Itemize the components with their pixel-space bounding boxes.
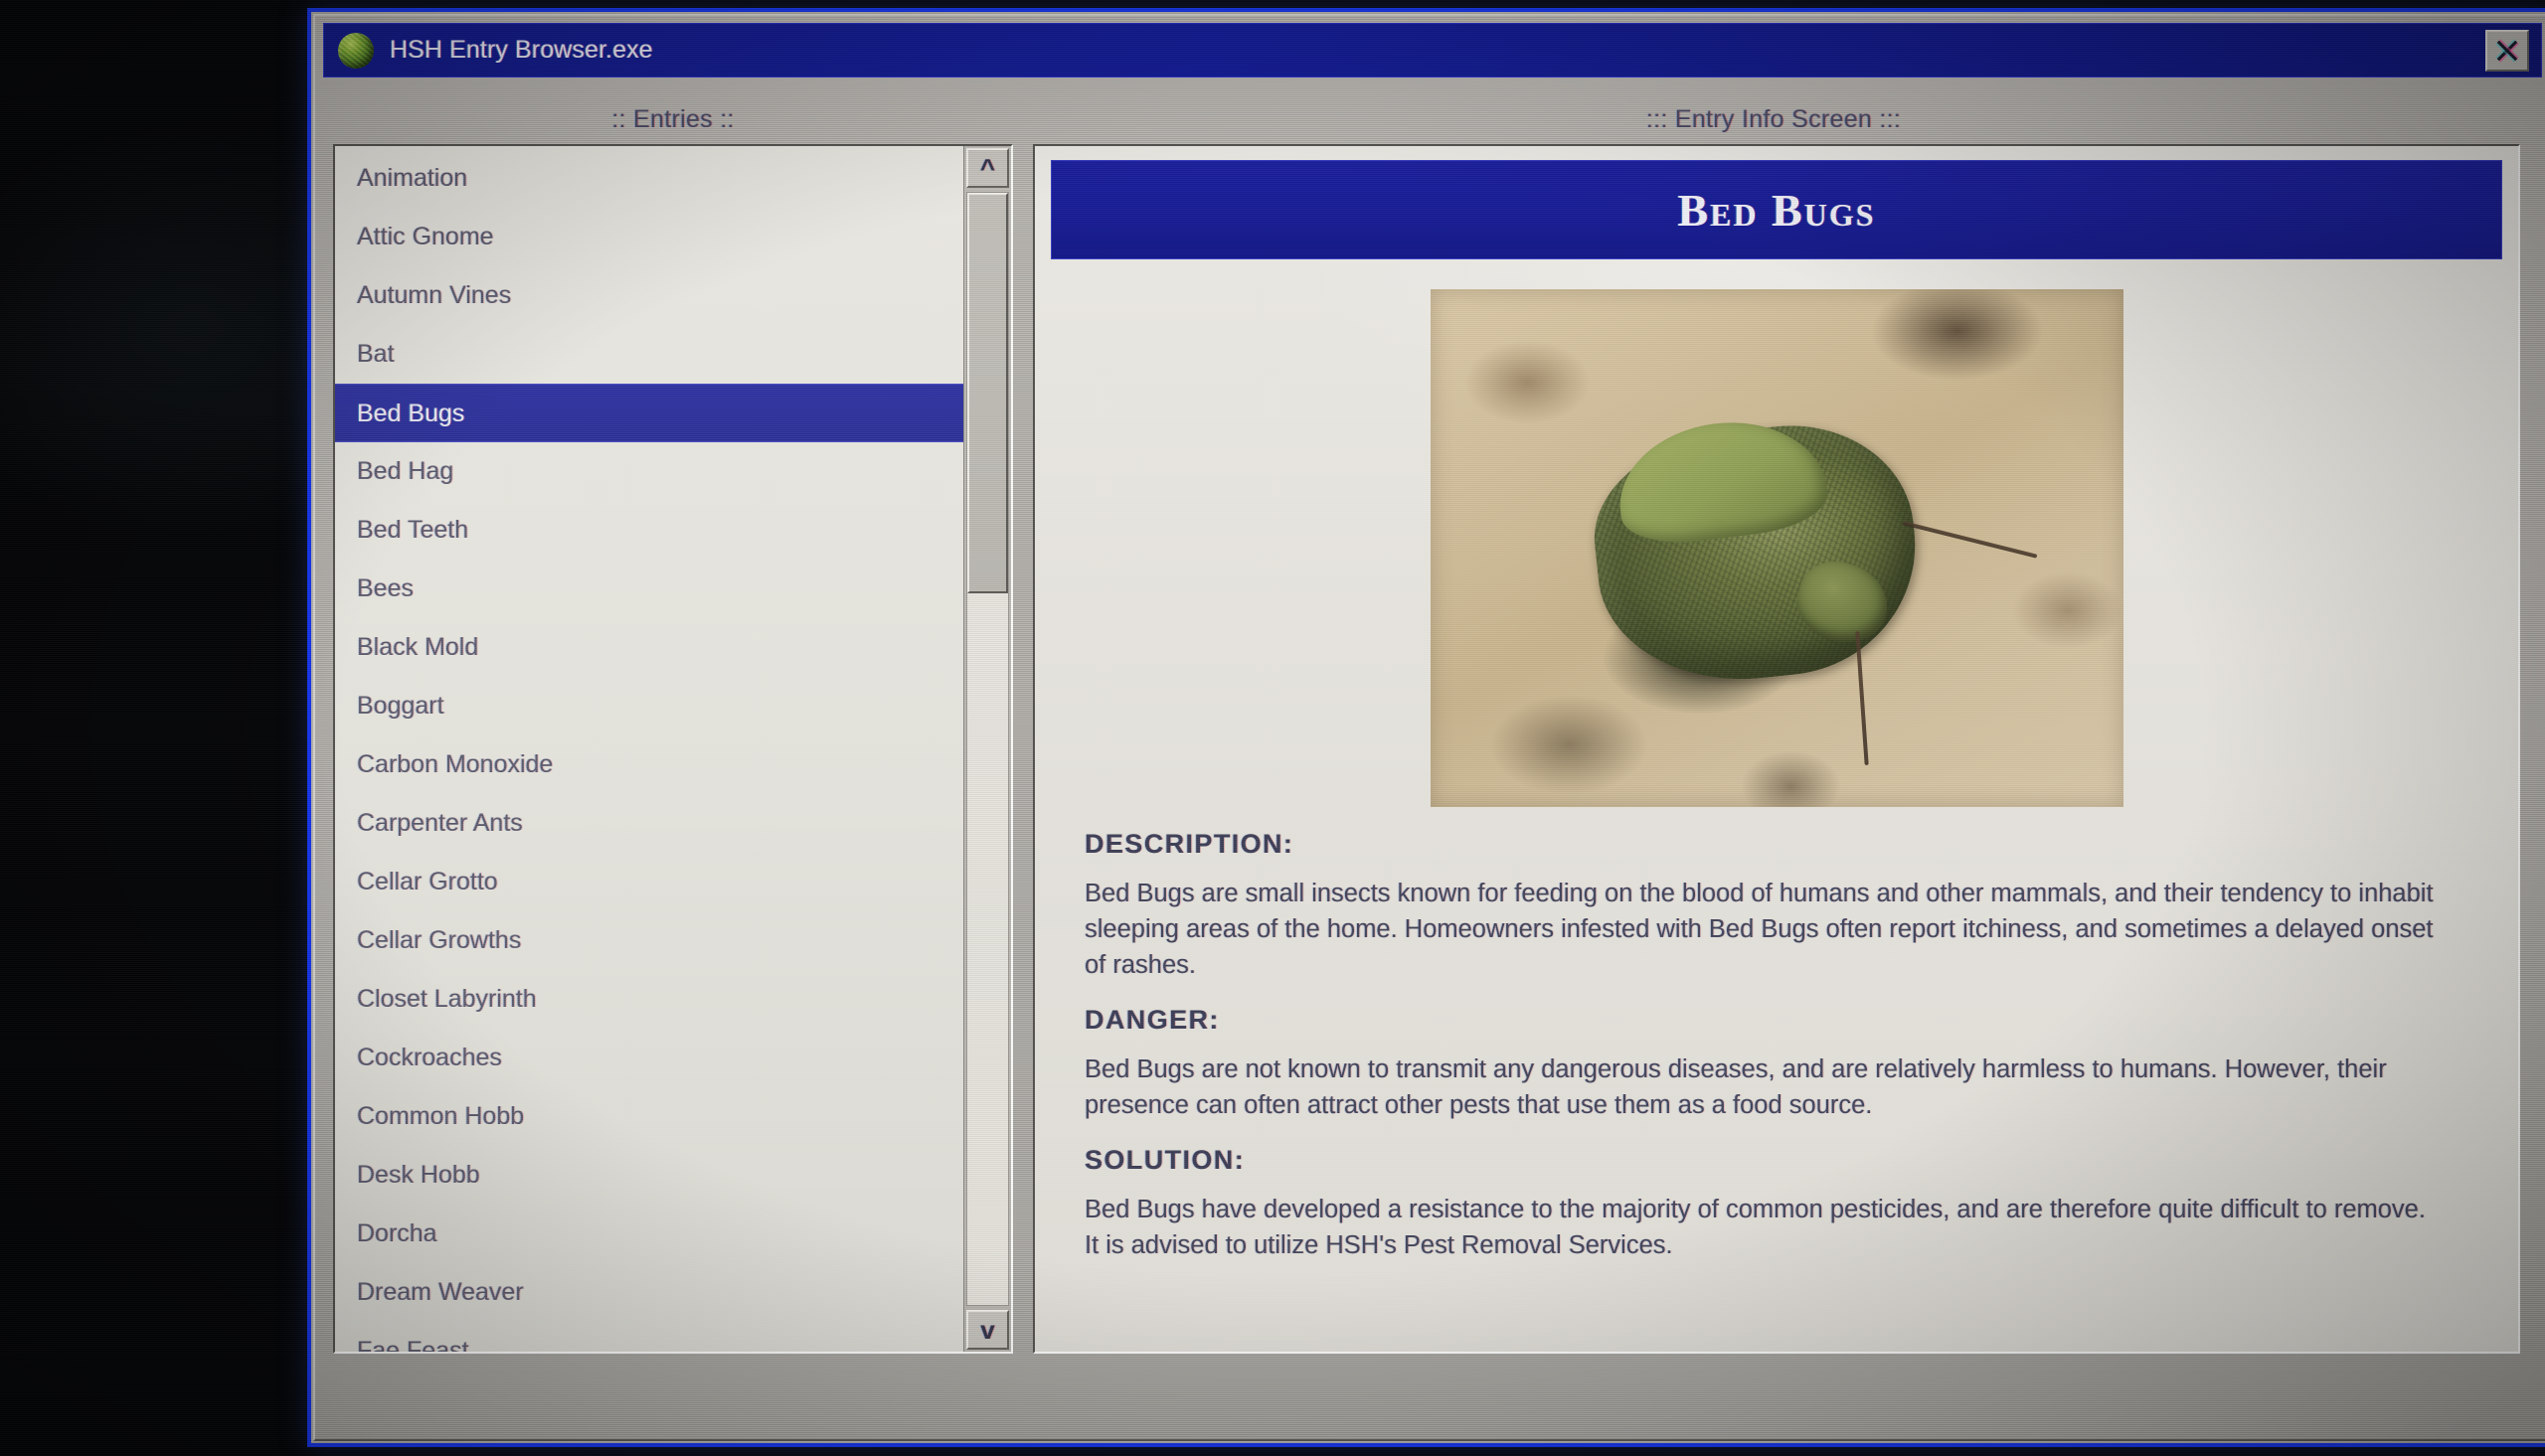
entries-scrollbar[interactable]: ^ v (963, 146, 1011, 1352)
list-item-selected[interactable]: Bed Bugs (335, 384, 963, 442)
description-heading: DESCRIPTION: (1085, 829, 2502, 860)
info-heading: ::: Entry Info Screen ::: (1019, 89, 2528, 144)
title-bar[interactable]: HSH Entry Browser.exe (323, 23, 2542, 78)
solution-body: Bed Bugs have developed a resistance to … (1085, 1192, 2447, 1263)
close-button[interactable] (2485, 30, 2529, 72)
list-item[interactable]: Autumn Vines (335, 266, 963, 325)
entries-column: :: Entries :: Animation Attic Gnome Autu… (323, 89, 1019, 1401)
list-item[interactable]: Bees (335, 560, 963, 618)
content-area: :: Entries :: Animation Attic Gnome Autu… (323, 89, 2542, 1401)
scroll-down-icon[interactable]: v (966, 1310, 1009, 1350)
entry-title-banner: Bed Bugs (1051, 160, 2502, 259)
globe-icon (338, 33, 374, 69)
list-item[interactable]: Cellar Grotto (335, 853, 963, 911)
list-item[interactable]: Cockroaches (335, 1029, 963, 1087)
list-item[interactable]: Animation (335, 149, 963, 208)
list-item[interactable]: Dream Weaver (335, 1263, 963, 1322)
list-item[interactable]: Common Hobb (335, 1087, 963, 1146)
description-body: Bed Bugs are small insects known for fee… (1085, 876, 2447, 983)
window-title: HSH Entry Browser.exe (390, 36, 653, 65)
list-item[interactable]: Black Mold (335, 618, 963, 677)
danger-heading: DANGER: (1085, 1005, 2502, 1036)
bug-antenna-icon (1903, 521, 2038, 559)
list-item[interactable]: Closet Labyrinth (335, 970, 963, 1029)
list-item[interactable]: Boggart (335, 677, 963, 735)
list-item[interactable]: Fae Feast (335, 1322, 963, 1354)
bug-antenna-icon (1855, 631, 1868, 765)
list-item[interactable]: Bed Hag (335, 442, 963, 501)
application-window: HSH Entry Browser.exe :: Entries :: Anim… (307, 8, 2545, 1447)
danger-body: Bed Bugs are not known to transmit any d… (1085, 1052, 2447, 1123)
list-item[interactable]: Carpenter Ants (335, 794, 963, 853)
window-inner-frame: HSH Entry Browser.exe :: Entries :: Anim… (313, 14, 2545, 1441)
close-icon (2494, 38, 2520, 64)
list-item[interactable]: Cellar Growths (335, 911, 963, 970)
entry-title: Bed Bugs (1677, 184, 1875, 237)
entries-listbox[interactable]: Animation Attic Gnome Autumn Vines Bat B… (333, 144, 1013, 1354)
info-column: ::: Entry Info Screen ::: Bed Bugs (1019, 89, 2542, 1401)
scrollbar-thumb[interactable] (967, 193, 1008, 593)
entries-scrollview: Animation Attic Gnome Autumn Vines Bat B… (335, 146, 963, 1352)
scrollbar-track[interactable] (966, 192, 1009, 1306)
list-item[interactable]: Bat (335, 325, 963, 384)
list-item[interactable]: Attic Gnome (335, 208, 963, 266)
list-item[interactable]: Dorcha (335, 1205, 963, 1263)
solution-heading: SOLUTION: (1085, 1145, 2502, 1176)
list-item[interactable]: Desk Hobb (335, 1146, 963, 1205)
list-item[interactable]: Carbon Monoxide (335, 735, 963, 794)
scroll-up-icon[interactable]: ^ (966, 148, 1009, 188)
entries-heading: :: Entries :: (327, 89, 1019, 144)
list-item[interactable]: Bed Teeth (335, 501, 963, 560)
entry-image-wrap (1051, 289, 2502, 807)
entry-info-screen: Bed Bugs DESCRIPTION: Bed Bug (1033, 144, 2520, 1354)
bed-bug-photo (1431, 289, 2123, 807)
